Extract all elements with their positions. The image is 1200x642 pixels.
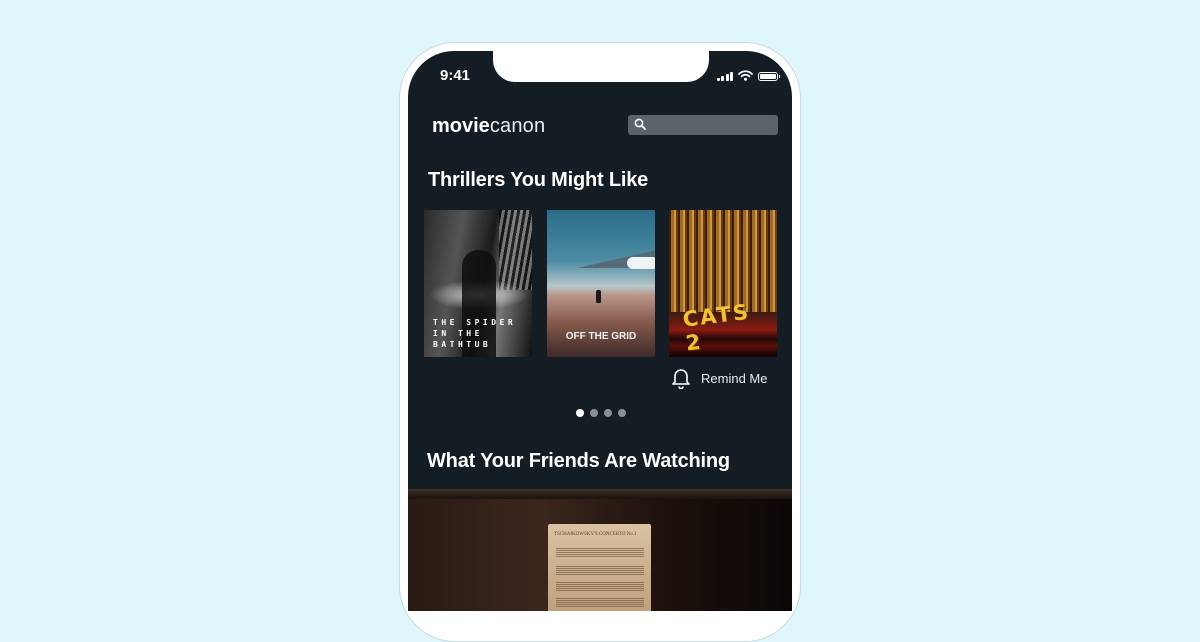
logo-light: canon [489,115,546,137]
pagination-dot-3[interactable] [604,409,612,417]
poster-title: OFF THE GRID [565,331,637,342]
poster-title-line: BATHTUB [433,340,492,349]
poster-spider-in-the-bathtub[interactable]: THE SPIDER IN THE BATHTUB [424,210,532,357]
sheet-music-title: TSCHAIKOWSKY'S CONCERTO No.1 [554,532,637,537]
search-input[interactable] [628,115,778,135]
bell-icon [672,369,690,389]
pagination-dot-2[interactable] [590,409,598,417]
app-screen: 9:41 moviecanon Thrillers You Might Like… [408,51,792,611]
pagination-dot-4[interactable] [618,409,626,417]
sheet-music-image: TSCHAIKOWSKY'S CONCERTO No.1 [548,524,651,611]
section-title-thrillers: Thrillers You Might Like [428,169,649,191]
poster-art [627,257,655,269]
logo-bold: movie [432,115,490,137]
sheet-staff [556,582,644,592]
signal-icon [716,71,733,81]
poster-title: THE SPIDER IN THE BATHTUB [433,317,516,350]
search-icon [634,118,646,130]
remind-me-button[interactable]: Remind Me [671,367,767,389]
poster-title-line: THE SPIDER [433,318,517,327]
friends-feature-image[interactable]: TSCHAIKOWSKY'S CONCERTO No.1 [408,489,792,611]
poster-art [499,210,532,290]
wifi-icon [738,70,753,81]
poster-cats-2[interactable]: CATS 2 [669,210,777,357]
poster-art [596,290,601,303]
sheet-staff [556,566,644,576]
feature-art [408,489,792,499]
app-logo[interactable]: moviecanon [432,115,545,138]
status-icons [716,70,780,81]
sheet-staff [556,598,644,608]
battery-icon [758,72,780,81]
poster-title-line: IN THE [433,329,483,338]
carousel-pagination [576,409,626,417]
status-time: 9:41 [440,67,471,84]
phone-notch [493,51,709,82]
remind-me-label: Remind Me [701,370,768,386]
sheet-staff [556,548,644,558]
pagination-dot-1[interactable] [576,409,584,417]
poster-off-the-grid[interactable]: OFF THE GRID [547,210,655,357]
section-title-friends: What Your Friends Are Watching [427,450,730,472]
